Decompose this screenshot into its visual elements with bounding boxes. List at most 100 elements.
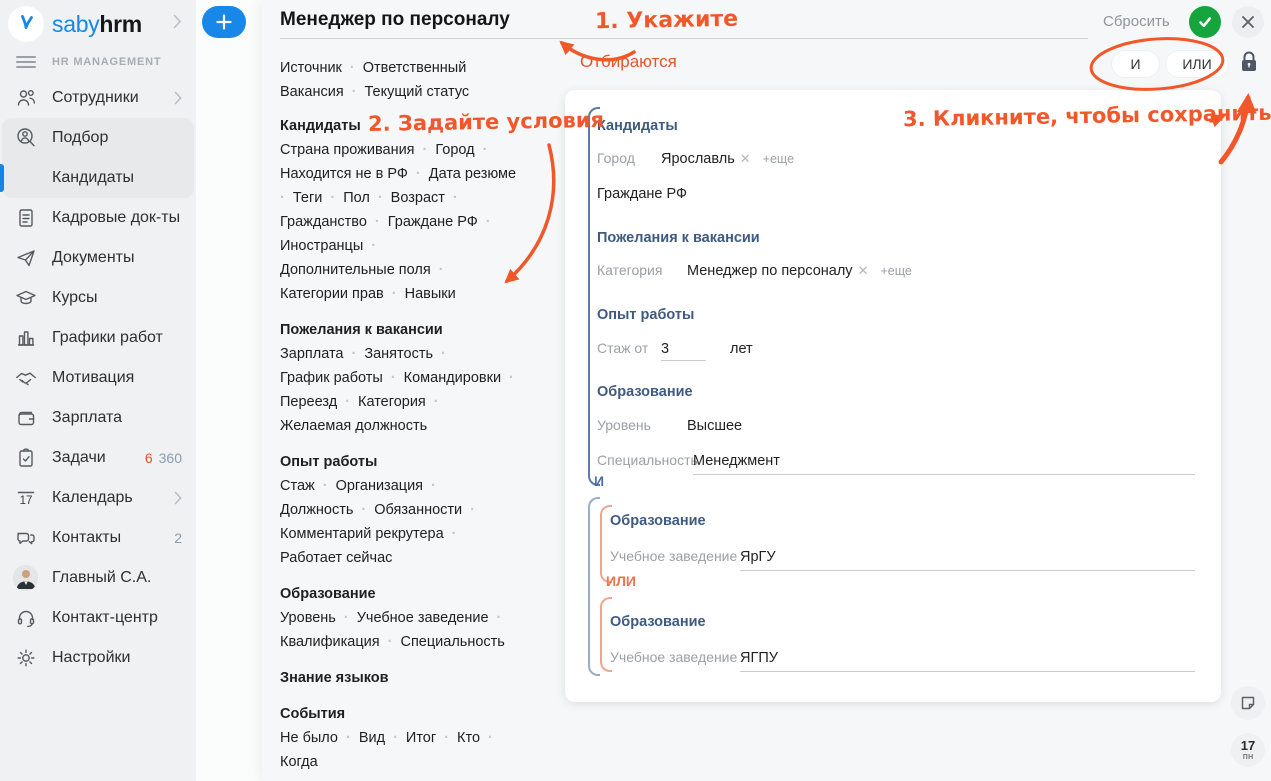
sidebar-item-tasks[interactable]: Задачи 6360 [0, 438, 196, 478]
filter-option[interactable]: Работает сейчас [280, 550, 392, 566]
filter-option[interactable]: Стаж [280, 478, 336, 494]
sidebar-item-calendar[interactable]: 17 Календарь [0, 478, 196, 518]
saby-logo-icon[interactable] [8, 6, 44, 42]
condition-value[interactable]: Высшее [687, 418, 742, 434]
card-section-title: Кандидаты [597, 118, 678, 134]
condition-value[interactable]: Ярославль [661, 151, 735, 167]
chat-bubbles-icon [14, 526, 38, 550]
and-junction-label[interactable]: И [594, 473, 604, 489]
filter-option[interactable]: Гражданство [280, 214, 388, 230]
filter-option[interactable]: Обязанности [374, 502, 475, 518]
headset-icon [14, 606, 38, 630]
person-search-icon [14, 126, 38, 150]
chevron-right-icon[interactable] [173, 14, 182, 34]
filter-option[interactable]: Категории прав [280, 286, 405, 302]
add-more-link[interactable]: +еще [763, 152, 794, 166]
filter-option[interactable]: Иностранцы [280, 238, 376, 254]
school-input[interactable]: ЯГПУ [740, 650, 1195, 672]
filter-group-title: Пожелания к вакансии [280, 318, 572, 342]
or-toggle-button[interactable]: ИЛИ [1166, 51, 1228, 77]
and-toggle-button[interactable]: И [1112, 51, 1159, 77]
confirm-button[interactable] [1189, 6, 1221, 38]
filter-option[interactable]: Пол [343, 190, 390, 206]
filter-option[interactable]: Занятость [364, 346, 446, 362]
filter-option[interactable]: Организация [336, 478, 436, 494]
filter-option[interactable]: Дата резюме [429, 166, 516, 182]
sidebar-item-documents[interactable]: Документы [0, 238, 196, 278]
sidebar-item-contact-center[interactable]: Контакт-центр [0, 598, 196, 638]
card-section-title: Опыт работы [597, 307, 694, 323]
filter-group-title: События [280, 702, 572, 726]
filter-option[interactable]: Желаемая должность [280, 418, 427, 434]
filter-option[interactable]: Специальность [400, 634, 504, 650]
and-group-bracket-2 [588, 497, 600, 676]
filter-option[interactable]: Комментарий рекрутера [280, 526, 457, 542]
condition-row-category: Категория Менеджер по персоналу ✕ +еще [597, 262, 912, 279]
filter-option[interactable]: Кто [457, 730, 493, 746]
filter-option[interactable]: Категория [358, 394, 439, 410]
or-junction-label[interactable]: ИЛИ [606, 573, 636, 589]
filter-option[interactable]: Итог [406, 730, 457, 746]
reset-button[interactable]: Сбросить [1103, 13, 1170, 30]
filter-group-title[interactable]: Знание языков [280, 666, 572, 690]
filter-option[interactable]: Квалификация [280, 634, 400, 650]
filter-option[interactable]: Учебное заведение [357, 610, 502, 626]
add-button[interactable] [202, 6, 246, 38]
filter-option[interactable]: Ответственный [363, 60, 467, 76]
filter-option[interactable]: Навыки [405, 286, 456, 302]
condition-row-citizens: Граждане РФ [597, 186, 687, 202]
note-icon [1239, 694, 1257, 712]
remove-condition-icon[interactable]: ✕ [740, 151, 751, 167]
sidebar-item-work-schedules[interactable]: Графики работ [0, 318, 196, 358]
condition-value[interactable]: Менеджер по персоналу [687, 263, 853, 279]
sidebar-item-employees[interactable]: Сотрудники [0, 78, 196, 118]
sidebar-section-label: HR MANAGEMENT [52, 56, 161, 68]
hamburger-icon[interactable] [16, 53, 36, 71]
remove-condition-icon[interactable]: ✕ [858, 263, 869, 279]
filter-option[interactable]: Не было [280, 730, 359, 746]
filter-option[interactable]: Находится не в РФ [280, 166, 429, 182]
sidebar-item-hr-documents[interactable]: Кадровые док-ты [0, 198, 196, 238]
lock-icon[interactable] [1238, 49, 1260, 76]
sidebar-item-settings[interactable]: Настройки [0, 638, 196, 678]
filter-option[interactable]: Страна проживания [280, 142, 435, 158]
filter-option[interactable]: Вакансия [280, 84, 365, 100]
filter-option[interactable]: Граждане РФ [388, 214, 491, 230]
filter-option[interactable]: Уровень [280, 610, 357, 626]
filter-option[interactable]: Должность [280, 502, 374, 518]
sidebar-item-candidates[interactable]: Кандидаты [0, 158, 196, 198]
filter-option[interactable]: Переезд [280, 394, 358, 410]
wallet-icon [14, 406, 38, 430]
specialty-input[interactable]: Менеджмент [693, 453, 1195, 475]
document-icon [14, 206, 38, 230]
filter-option[interactable]: Город [435, 142, 487, 158]
sidebar-item-motivation[interactable]: Мотивация [0, 358, 196, 398]
sidebar-item-salary[interactable]: Зарплата [0, 398, 196, 438]
filter-option[interactable]: График работы [280, 370, 404, 386]
filter-option[interactable]: Зарплата [280, 346, 364, 362]
notes-button[interactable] [1231, 686, 1265, 720]
filter-option[interactable]: Источник [280, 60, 363, 76]
close-button[interactable] [1232, 6, 1264, 38]
filter-option[interactable]: Текущий статус [365, 84, 470, 100]
sidebar-item-profile[interactable]: Главный С.А. [0, 558, 196, 598]
filter-option[interactable]: Командировки [404, 370, 514, 386]
annotation-selected: Отбираются [580, 52, 677, 72]
condition-row-level: Уровень Высшее [597, 417, 742, 434]
sidebar-item-courses[interactable]: Курсы [0, 278, 196, 318]
sidebar-item-contacts[interactable]: Контакты 2 [0, 518, 196, 558]
filter-option[interactable]: Теги [293, 190, 343, 206]
add-more-link[interactable]: +еще [880, 264, 911, 278]
filter-option[interactable]: Вид [359, 730, 406, 746]
condition-row-school-2: Учебное заведение ЯГПУ [610, 649, 1195, 672]
x-icon [1241, 15, 1255, 29]
filter-option[interactable]: Дополнительные поля [280, 262, 444, 278]
calendar-day-button[interactable]: 17 пн [1231, 733, 1265, 767]
filter-option[interactable]: Возраст [391, 190, 458, 206]
experience-years-input[interactable]: 3 [661, 341, 706, 361]
school-input[interactable]: ЯрГУ [740, 549, 1195, 571]
sidebar-item-recruitment[interactable]: Подбор [0, 118, 196, 158]
filter-option[interactable]: Когда [280, 754, 318, 770]
filter-name-underline [280, 38, 1088, 39]
condition-value[interactable]: Граждане РФ [597, 186, 687, 202]
